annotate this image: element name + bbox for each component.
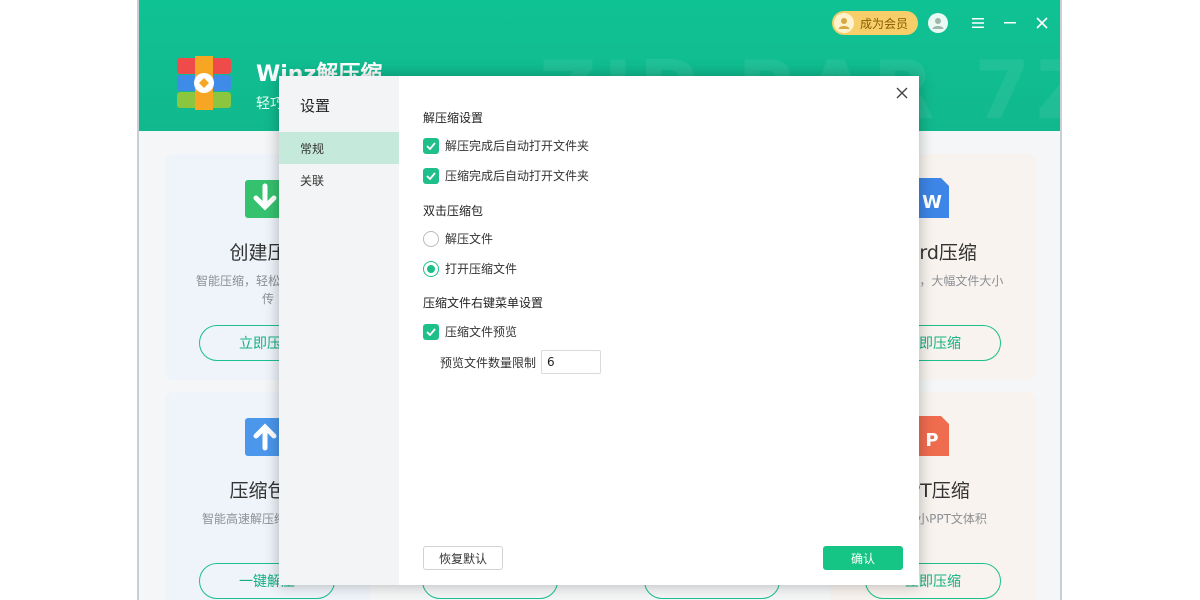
- app-logo-icon: [177, 56, 231, 110]
- preview-limit-input[interactable]: [541, 350, 602, 374]
- radio-label: 打开压缩文件: [445, 262, 518, 276]
- archive-preview-checkbox[interactable]: 压缩文件预览: [423, 323, 517, 340]
- svg-text:P: P: [925, 430, 938, 451]
- minimize-icon[interactable]: [996, 11, 1024, 35]
- radio-extract-files[interactable]: 解压文件: [423, 230, 493, 247]
- member-avatar-icon: [833, 13, 854, 33]
- settings-dialog: 设置 常规 关联 解压缩设置 解压完成后自动打开文件夹 压缩完成后自动打开文件夹…: [279, 76, 919, 585]
- radio-selected-icon: [423, 260, 439, 277]
- checkbox-label: 解压完成后自动打开文件夹: [445, 139, 590, 153]
- preview-limit-label: 预览文件数量限制: [440, 355, 537, 370]
- checkbox-checked-icon: [423, 167, 439, 184]
- radio-unselected-icon: [423, 230, 439, 247]
- double-click-title: 双击压缩包: [423, 204, 484, 218]
- auto-open-after-compress-checkbox[interactable]: 压缩完成后自动打开文件夹: [423, 167, 589, 184]
- confirm-button[interactable]: 确认: [823, 546, 903, 570]
- radio-label: 解压文件: [445, 232, 494, 246]
- context-menu-title: 压缩文件右键菜单设置: [423, 296, 544, 310]
- settings-content: 解压缩设置 解压完成后自动打开文件夹 压缩完成后自动打开文件夹 双击压缩包 解压…: [423, 76, 919, 585]
- radio-open-archive[interactable]: 打开压缩文件: [423, 260, 517, 277]
- svg-text:W: W: [922, 192, 942, 213]
- checkbox-label: 压缩文件预览: [445, 325, 518, 339]
- checkbox-checked-icon: [423, 137, 439, 154]
- become-member-label: 成为会员: [859, 16, 908, 31]
- menu-icon[interactable]: [964, 11, 992, 35]
- preview-limit-row: 预览文件数量限制: [440, 350, 602, 374]
- checkbox-checked-icon: [423, 323, 439, 340]
- nav-item-association[interactable]: 关联: [279, 164, 399, 196]
- become-member-button[interactable]: 成为会员: [831, 11, 918, 35]
- auto-open-after-extract-checkbox[interactable]: 解压完成后自动打开文件夹: [423, 137, 589, 154]
- settings-sidebar: 设置 常规 关联: [279, 76, 399, 585]
- checkbox-label: 压缩完成后自动打开文件夹: [445, 169, 590, 183]
- user-avatar-icon[interactable]: [928, 13, 948, 33]
- window-controls: 成为会员: [831, 9, 1060, 37]
- extract-settings-title: 解压缩设置: [423, 111, 484, 125]
- close-window-icon[interactable]: [1028, 11, 1056, 35]
- dialog-title: 设置: [300, 97, 331, 115]
- nav-item-general[interactable]: 常规: [279, 132, 399, 164]
- restore-defaults-button[interactable]: 恢复默认: [423, 546, 503, 570]
